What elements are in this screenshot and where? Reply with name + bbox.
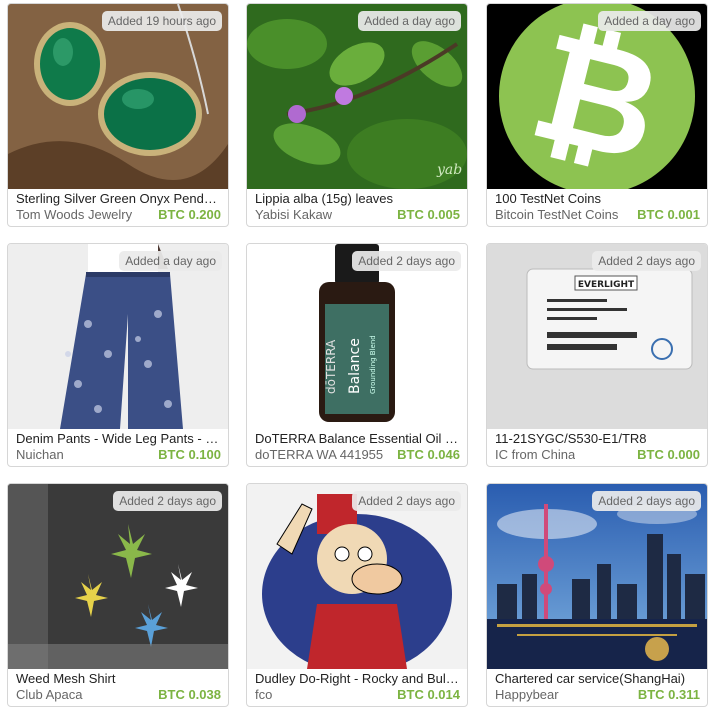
bitcoin-logo-image[interactable]: ₿	[487, 4, 707, 189]
listing-price: BTC 0.100	[158, 447, 221, 462]
seller-name[interactable]: IC from China	[495, 447, 575, 463]
wide-leg-pants-photo[interactable]	[8, 244, 228, 429]
listing-title[interactable]: Chartered car service(ShangHai)	[495, 671, 699, 687]
listing-price: BTC 0.311	[637, 687, 700, 702]
listing-price: BTC 0.000	[637, 447, 700, 462]
svg-text:yab: yab	[436, 162, 462, 178]
listing-card[interactable]: Added 2 days ago Dudley Do-Right - Rocky…	[246, 483, 468, 707]
listing-price: BTC 0.001	[637, 207, 700, 222]
component-reel-photo[interactable]: EVERLIGHT	[487, 244, 707, 429]
seller-name[interactable]: doTERRA WA 441955	[255, 447, 383, 463]
listing-card[interactable]: ₿ Added a day ago 100 TestNet Coins Bitc…	[486, 3, 708, 227]
oil-brand-text: dōTERRA	[324, 339, 338, 394]
listing-title[interactable]: Denim Pants - Wide Leg Pants - Floral	[16, 431, 220, 447]
cartoon-patch-photo[interactable]	[247, 484, 467, 669]
listing-card[interactable]: Added 2 days ago Weed Mesh Shirt Club Ap…	[7, 483, 229, 707]
added-time-badge: Added a day ago	[598, 11, 701, 31]
shanghai-skyline-photo[interactable]	[487, 484, 707, 669]
reel-brand-text: EVERLIGHT	[578, 280, 635, 290]
added-time-badge: Added a day ago	[119, 251, 222, 271]
lippia-plant-photo[interactable]: yab	[247, 4, 467, 189]
essential-oil-bottle-photo[interactable]: dōTERRA Balance Grounding Blend	[247, 244, 467, 429]
seller-name[interactable]: Happybear	[495, 687, 559, 703]
oil-name-text: Balance	[347, 338, 363, 394]
green-onyx-pendant-photo[interactable]	[8, 4, 228, 189]
listing-title[interactable]: 11-21SYGC/S530-E1/TR8	[495, 431, 699, 447]
weed-shirt-photo[interactable]	[8, 484, 228, 669]
added-time-badge: Added 19 hours ago	[101, 11, 222, 31]
seller-name[interactable]: Bitcoin TestNet Coins	[495, 207, 618, 223]
listing-card[interactable]: Added 19 hours ago Sterling Silver Green…	[7, 3, 229, 227]
added-time-badge: Added 2 days ago	[352, 491, 461, 511]
added-time-badge: Added 2 days ago	[592, 251, 701, 271]
listing-card[interactable]: EVERLIGHT Added 2 days ago 11-21SYGC/S53…	[486, 243, 708, 467]
listing-price: BTC 0.200	[158, 207, 221, 222]
seller-name[interactable]: Nuichan	[16, 447, 64, 463]
added-time-badge: Added a day ago	[358, 11, 461, 31]
listing-card[interactable]: yab Added a day ago Lippia alba (15g) le…	[246, 3, 468, 227]
added-time-badge: Added 2 days ago	[592, 491, 701, 511]
listing-title[interactable]: Dudley Do-Right - Rocky and Bullwinkle P…	[255, 671, 459, 687]
listing-price: BTC 0.038	[158, 687, 221, 702]
seller-name[interactable]: fco	[255, 687, 272, 703]
seller-name[interactable]: Yabisi Kakaw	[255, 207, 332, 223]
seller-name[interactable]: Tom Woods Jewelry	[16, 207, 132, 223]
oil-subtitle-text: Grounding Blend	[369, 335, 377, 394]
listing-price: BTC 0.046	[397, 447, 460, 462]
added-time-badge: Added 2 days ago	[352, 251, 461, 271]
listing-card[interactable]: Added 2 days ago Chartered car service(S…	[486, 483, 708, 707]
added-time-badge: Added 2 days ago	[113, 491, 222, 511]
listing-title[interactable]: Lippia alba (15g) leaves	[255, 191, 459, 207]
listing-card[interactable]: dōTERRA Balance Grounding Blend Added 2 …	[246, 243, 468, 467]
listing-title[interactable]: Sterling Silver Green Onyx Pendant	[16, 191, 220, 207]
listing-card[interactable]: Added a day ago Denim Pants - Wide Leg P…	[7, 243, 229, 467]
listing-title[interactable]: DoTERRA Balance Essential Oil 15ml	[255, 431, 459, 447]
listing-price: BTC 0.005	[397, 207, 460, 222]
listing-title[interactable]: Weed Mesh Shirt	[16, 671, 220, 687]
listing-price: BTC 0.014	[397, 687, 460, 702]
seller-name[interactable]: Club Apaca	[16, 687, 83, 703]
listing-title[interactable]: 100 TestNet Coins	[495, 191, 699, 207]
